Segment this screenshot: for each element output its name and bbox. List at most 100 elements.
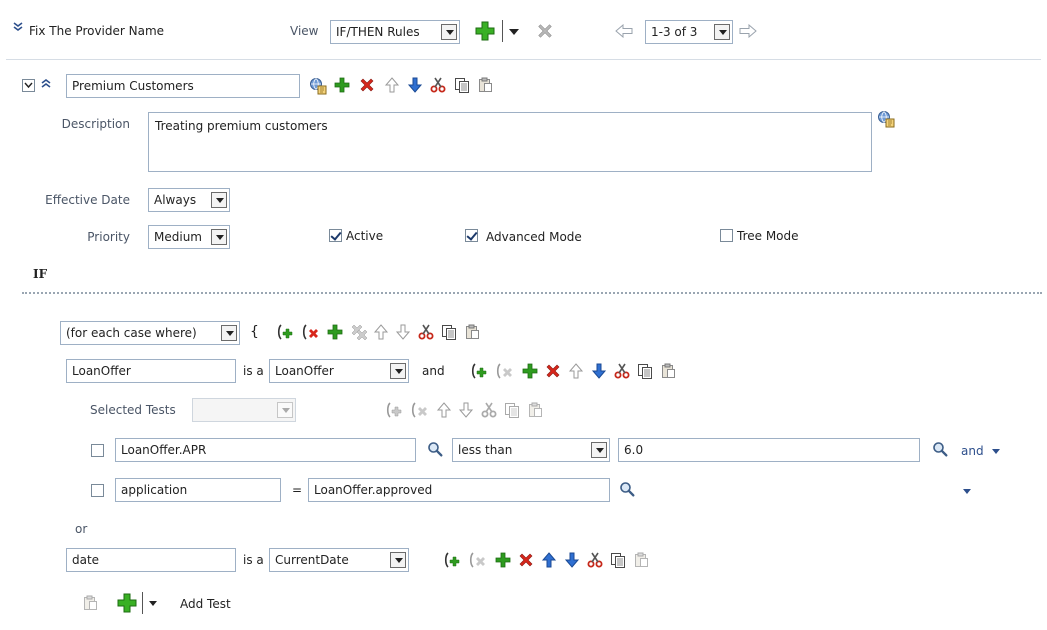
test-checkbox[interactable] (91, 484, 104, 497)
active-label: Active (346, 229, 384, 243)
chevron-down-icon (441, 24, 457, 40)
paste-icon[interactable] (525, 400, 545, 420)
description-textarea[interactable]: Treating premium customers (148, 112, 872, 172)
cut-icon[interactable] (428, 75, 448, 95)
open-brace: { (250, 324, 259, 340)
search-icon[interactable] (425, 439, 445, 459)
dropdown-arrow-icon[interactable] (963, 489, 971, 494)
equals-operator-label: = (292, 483, 303, 497)
copy-icon[interactable] (608, 550, 628, 570)
chevron-down-icon (221, 325, 237, 341)
test-left-operand-input[interactable]: application (115, 478, 281, 502)
paren-delete-icon[interactable] (495, 361, 517, 381)
delete-icon[interactable] (535, 20, 555, 40)
chevron-down-icon (390, 363, 406, 379)
pager-select[interactable]: 1-3 of 3 (645, 20, 733, 44)
priority-label: Priority (87, 230, 130, 244)
paren-delete-icon[interactable] (468, 550, 490, 570)
cut-icon[interactable] (479, 400, 499, 420)
pattern-type-select[interactable]: LoanOffer (269, 359, 409, 383)
selected-tests-select[interactable] (192, 398, 296, 422)
pattern-variable-input[interactable]: date (66, 548, 236, 572)
paste-icon[interactable] (80, 593, 100, 613)
dropdown-arrow-icon[interactable] (509, 29, 519, 35)
view-select[interactable]: IF/THEN Rules (330, 20, 460, 44)
dropdown-arrow-icon[interactable] (992, 449, 1000, 454)
for-each-select[interactable]: (for each case where) (60, 321, 240, 345)
description-label: Description (61, 117, 130, 131)
tree-mode-checkbox[interactable] (720, 229, 733, 242)
arrow-down-icon[interactable] (589, 361, 609, 381)
pattern-variable-input[interactable]: LoanOffer (66, 359, 236, 383)
add-icon[interactable] (115, 591, 139, 615)
arrow-right-icon[interactable] (738, 22, 758, 42)
paste-icon[interactable] (462, 322, 482, 342)
delete-icon[interactable] (516, 550, 536, 570)
rule-name-input[interactable]: Premium Customers (66, 74, 300, 98)
paren-delete-icon[interactable] (301, 322, 323, 342)
copy-icon[interactable] (452, 75, 472, 95)
or-label: or (75, 522, 88, 536)
test-conjunction-label[interactable]: and (961, 444, 984, 458)
arrow-down-icon[interactable] (405, 75, 425, 95)
arrow-down-icon[interactable] (456, 400, 476, 420)
test-right-operand-input[interactable]: 6.0 (618, 438, 920, 462)
chevron-down-icon (277, 402, 293, 418)
add-icon[interactable] (493, 550, 513, 570)
paste-icon[interactable] (631, 550, 651, 570)
priority-select[interactable]: Medium (148, 225, 230, 249)
delete-icon[interactable] (543, 361, 563, 381)
test-left-operand-input[interactable]: LoanOffer.APR (115, 438, 416, 462)
add-icon[interactable] (473, 19, 497, 43)
test-checkbox[interactable] (91, 444, 104, 457)
paren-add-icon[interactable] (443, 550, 465, 570)
arrow-down-icon[interactable] (393, 322, 413, 342)
active-checkbox[interactable] (329, 229, 342, 242)
paren-add-icon[interactable] (276, 322, 298, 342)
paren-delete-icon[interactable] (410, 400, 432, 420)
add-test-link[interactable]: Add Test (180, 597, 231, 611)
copy-icon[interactable] (635, 361, 655, 381)
search-icon[interactable] (930, 439, 950, 459)
effective-date-select[interactable]: Always (148, 188, 230, 212)
add-icon[interactable] (520, 361, 540, 381)
test-operator-select[interactable]: less than (452, 438, 610, 462)
paste-icon[interactable] (658, 361, 678, 381)
chevron-double-up-icon[interactable] (39, 76, 53, 92)
globe-translate-icon[interactable] (876, 108, 896, 128)
paren-add-icon[interactable] (385, 400, 407, 420)
add-icon[interactable] (332, 75, 352, 95)
cut-icon[interactable] (416, 322, 436, 342)
copy-icon[interactable] (502, 400, 522, 420)
arrow-down-icon[interactable] (562, 550, 582, 570)
pager-select-value: 1-3 of 3 (651, 25, 698, 39)
header-divider (6, 59, 1041, 60)
copy-icon[interactable] (439, 322, 459, 342)
dropdown-arrow-icon[interactable] (149, 601, 157, 606)
pattern-type-select-value: CurrentDate (275, 553, 349, 567)
chevron-double-down-icon[interactable] (11, 20, 25, 34)
arrow-up-icon[interactable] (539, 550, 559, 570)
arrow-up-icon[interactable] (371, 322, 391, 342)
advanced-mode-label: Advanced Mode (486, 230, 582, 244)
pattern-type-select[interactable]: CurrentDate (269, 548, 409, 572)
globe-translate-icon[interactable] (308, 75, 328, 95)
chevron-down-icon (714, 24, 730, 40)
tree-mode-label: Tree Mode (737, 229, 799, 243)
add-icon[interactable] (325, 322, 345, 342)
advanced-mode-checkbox[interactable] (465, 229, 478, 242)
arrow-up-icon[interactable] (566, 361, 586, 381)
delete-icon[interactable] (357, 75, 377, 95)
paste-icon[interactable] (475, 75, 495, 95)
view-select-value: IF/THEN Rules (336, 25, 420, 39)
search-icon[interactable] (617, 479, 637, 499)
cut-icon[interactable] (612, 361, 632, 381)
test-right-operand-input[interactable]: LoanOffer.approved (308, 478, 610, 502)
arrow-up-icon[interactable] (382, 75, 402, 95)
collapse-toggle-icon[interactable] (22, 79, 35, 92)
paren-add-icon[interactable] (470, 361, 492, 381)
arrow-left-icon[interactable] (614, 22, 634, 42)
cut-icon[interactable] (585, 550, 605, 570)
arrow-up-icon[interactable] (434, 400, 454, 420)
delete-multiple-icon[interactable] (348, 322, 368, 342)
